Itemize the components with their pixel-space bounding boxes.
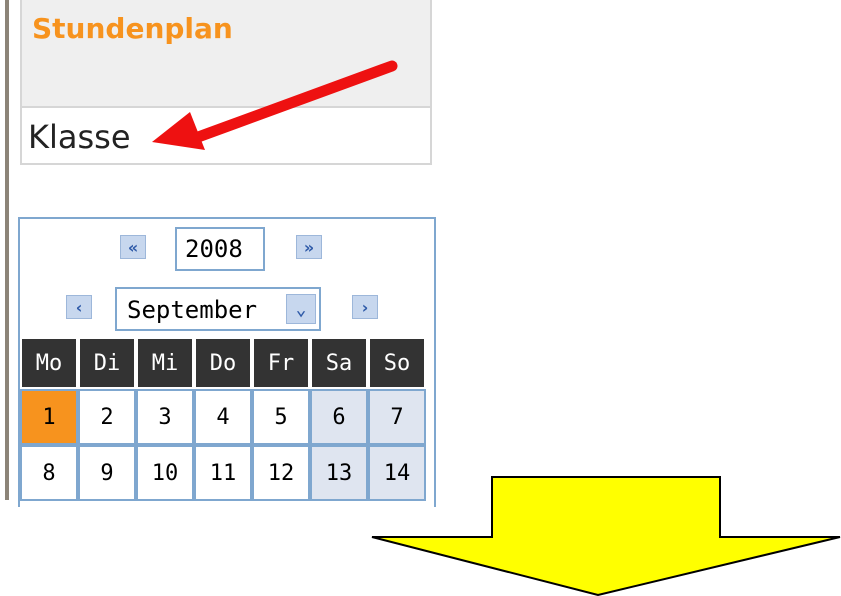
annotation-layer <box>152 60 841 596</box>
yellow-down-arrow-icon <box>371 476 841 596</box>
red-arrow-icon <box>152 60 398 150</box>
